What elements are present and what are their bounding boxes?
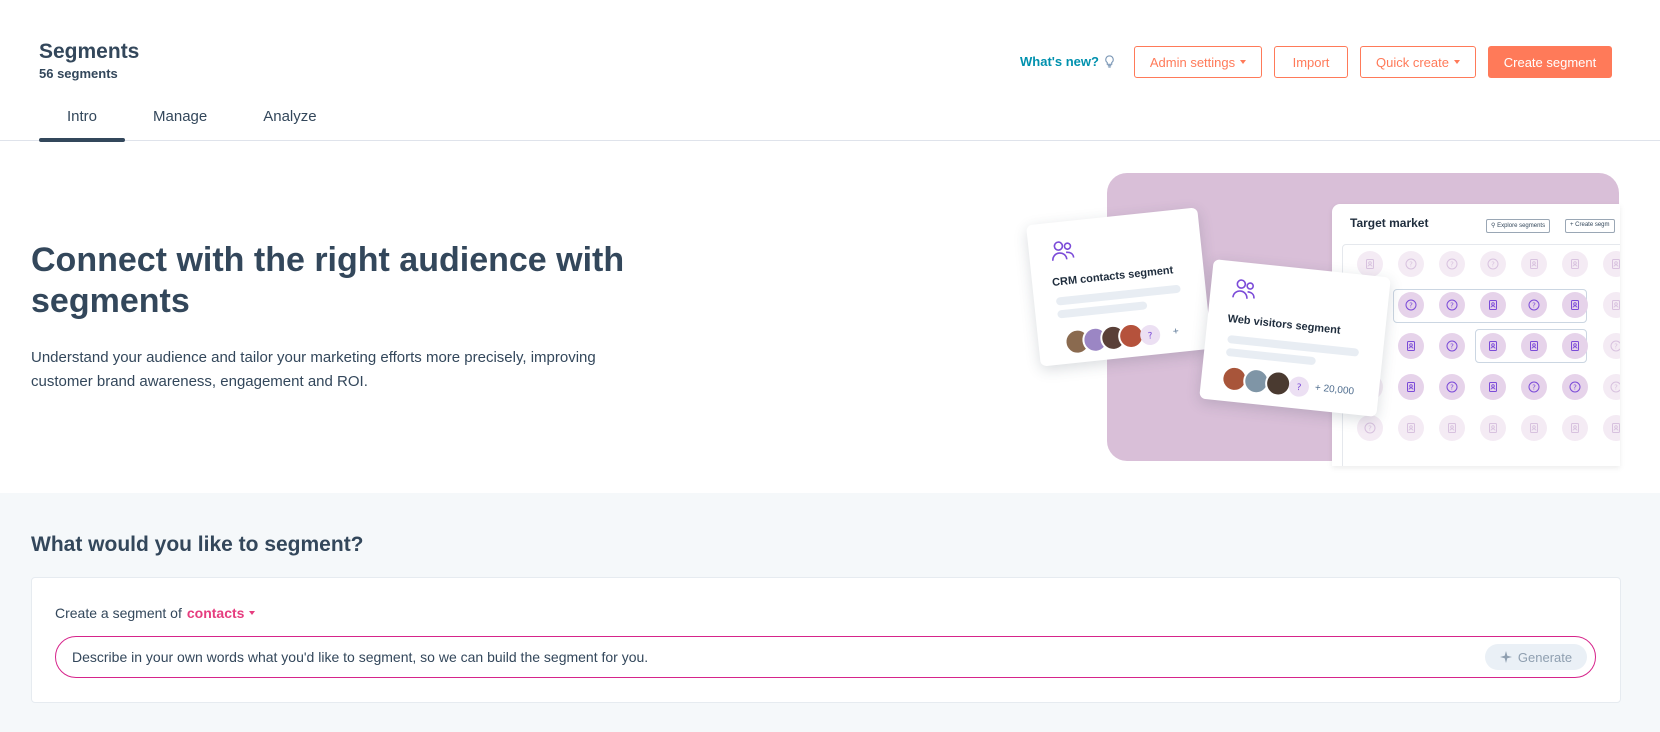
contact-card-icon xyxy=(1398,333,1424,359)
contact-card-icon xyxy=(1562,415,1588,441)
contact-card-icon xyxy=(1398,415,1424,441)
unknown-contact-icon: ? xyxy=(1439,374,1465,400)
sparkle-icon xyxy=(1499,651,1512,663)
chevron-down-icon xyxy=(1453,60,1460,64)
svg-text:?: ? xyxy=(1147,331,1153,340)
contact-card-icon xyxy=(1562,333,1588,359)
svg-text:?: ? xyxy=(1614,384,1618,392)
segments-illustration: Target market ⚲ Explore segments + Creat… xyxy=(1026,170,1620,470)
unknown-contact-icon: ? xyxy=(1603,333,1620,359)
unknown-contact-icon: ? xyxy=(1521,374,1547,400)
create-segment-prefix: Create a segment of xyxy=(55,605,182,621)
contact-card-icon xyxy=(1521,415,1547,441)
svg-text:?: ? xyxy=(1532,302,1536,310)
segment-count: 56 segments xyxy=(39,66,118,81)
unknown-contact-icon: ? xyxy=(1398,251,1424,277)
contact-card-icon xyxy=(1603,251,1620,277)
chevron-down-icon xyxy=(249,611,256,615)
target-market-title: Target market xyxy=(1350,216,1429,230)
lightbulb-icon xyxy=(1105,55,1114,68)
crm-card-count: + xyxy=(1172,326,1180,338)
quick-create-label: Quick create xyxy=(1376,54,1449,70)
svg-text:?: ? xyxy=(1450,343,1454,351)
placeholder-bar xyxy=(1055,284,1181,306)
contact-card-icon xyxy=(1562,292,1588,318)
create-segment-mini-button: + Create segm xyxy=(1565,219,1615,233)
explore-segments-mini-button: ⚲ Explore segments xyxy=(1486,219,1551,233)
contact-card-icon xyxy=(1480,415,1506,441)
contact-card-icon xyxy=(1603,292,1620,318)
unknown-contact-icon: ? xyxy=(1603,374,1620,400)
hero-description: Understand your audience and tailor your… xyxy=(31,349,596,390)
avatar xyxy=(1263,369,1293,398)
svg-text:?: ? xyxy=(1409,261,1413,269)
whats-new-label: What's new? xyxy=(1020,54,1099,69)
svg-text:?: ? xyxy=(1573,384,1577,392)
segment-builder-panel: Create a segment of contacts Generate xyxy=(31,577,1621,703)
web-card-count: + 20,000 xyxy=(1314,382,1355,398)
contact-card-icon xyxy=(1480,374,1506,400)
unknown-contact-icon: ? xyxy=(1521,292,1547,318)
web-card-label: Web visitors segment xyxy=(1227,312,1342,337)
contact-card-icon xyxy=(1521,251,1547,277)
unknown-contact-icon: ? xyxy=(1287,375,1310,398)
create-segment-row: Create a segment of contacts xyxy=(55,605,256,621)
segment-prompt-box: Generate xyxy=(55,636,1596,678)
svg-text:?: ? xyxy=(1532,384,1536,392)
tab-manage[interactable]: Manage xyxy=(125,100,235,141)
unknown-contact-icon: ? xyxy=(1480,251,1506,277)
contact-card-icon xyxy=(1480,333,1506,359)
generate-label: Generate xyxy=(1517,649,1573,665)
svg-text:?: ? xyxy=(1614,343,1618,351)
contact-card-icon xyxy=(1357,251,1383,277)
unknown-contact-icon: ? xyxy=(1562,374,1588,400)
contact-card-icon xyxy=(1398,374,1424,400)
create-segment-button[interactable]: Create segment xyxy=(1488,46,1612,78)
generate-button[interactable]: Generate xyxy=(1485,644,1587,670)
admin-settings-button[interactable]: Admin settings xyxy=(1134,46,1262,78)
svg-text:?: ? xyxy=(1450,302,1454,310)
svg-text:?: ? xyxy=(1368,425,1372,433)
contact-card-icon xyxy=(1480,292,1506,318)
quick-create-button[interactable]: Quick create xyxy=(1360,46,1476,78)
chevron-down-icon xyxy=(1240,60,1247,64)
svg-text:?: ? xyxy=(1450,384,1454,392)
page-header: Segments 56 segments What's new? Admin s… xyxy=(0,0,1660,142)
import-label: Import xyxy=(1292,54,1330,70)
people-icon xyxy=(1052,241,1075,261)
web-visitors-card: Web visitors segment ? + 20,000 xyxy=(1199,259,1391,417)
crm-contacts-card: CRM contacts segment ? + xyxy=(1026,207,1212,367)
object-type-dropdown[interactable]: contacts xyxy=(187,605,256,621)
crm-card-label: CRM contacts segment xyxy=(1051,264,1174,289)
unknown-contact-icon: ? xyxy=(1439,333,1465,359)
create-segment-mini-label: Create segm xyxy=(1575,222,1610,228)
people-icon xyxy=(1232,279,1255,299)
segment-builder-section: What would you like to segment? Create a… xyxy=(0,493,1660,732)
tab-intro[interactable]: Intro xyxy=(39,100,126,142)
contact-card-icon xyxy=(1603,415,1620,441)
unknown-contact-icon: ? xyxy=(1357,415,1383,441)
object-type-value: contacts xyxy=(186,605,245,621)
import-button[interactable]: Import xyxy=(1274,46,1348,78)
svg-text:?: ? xyxy=(1450,261,1454,269)
svg-text:?: ? xyxy=(1491,261,1495,269)
whats-new-link[interactable]: What's new? xyxy=(1020,54,1115,69)
tab-analyze[interactable]: Analyze xyxy=(235,100,344,141)
unknown-contact-icon: ? xyxy=(1139,324,1162,346)
svg-text:?: ? xyxy=(1296,383,1302,392)
segment-builder-title: What would you like to segment? xyxy=(31,533,364,556)
contact-card-icon xyxy=(1521,333,1547,359)
unknown-contact-icon: ? xyxy=(1439,292,1465,318)
svg-text:?: ? xyxy=(1409,302,1413,310)
segment-prompt-input[interactable] xyxy=(72,637,1402,676)
page-title: Segments xyxy=(39,40,140,63)
unknown-contact-icon: ? xyxy=(1439,251,1465,277)
admin-settings-label: Admin settings xyxy=(1149,54,1236,70)
contact-card-icon xyxy=(1439,415,1465,441)
contact-card-icon xyxy=(1562,251,1588,277)
unknown-contact-icon: ? xyxy=(1398,292,1424,318)
hero-title: Connect with the right audience with seg… xyxy=(31,241,625,320)
tab-bar: Intro Manage Analyze xyxy=(39,100,345,142)
explore-segments-mini-label: Explore segments xyxy=(1497,223,1546,229)
